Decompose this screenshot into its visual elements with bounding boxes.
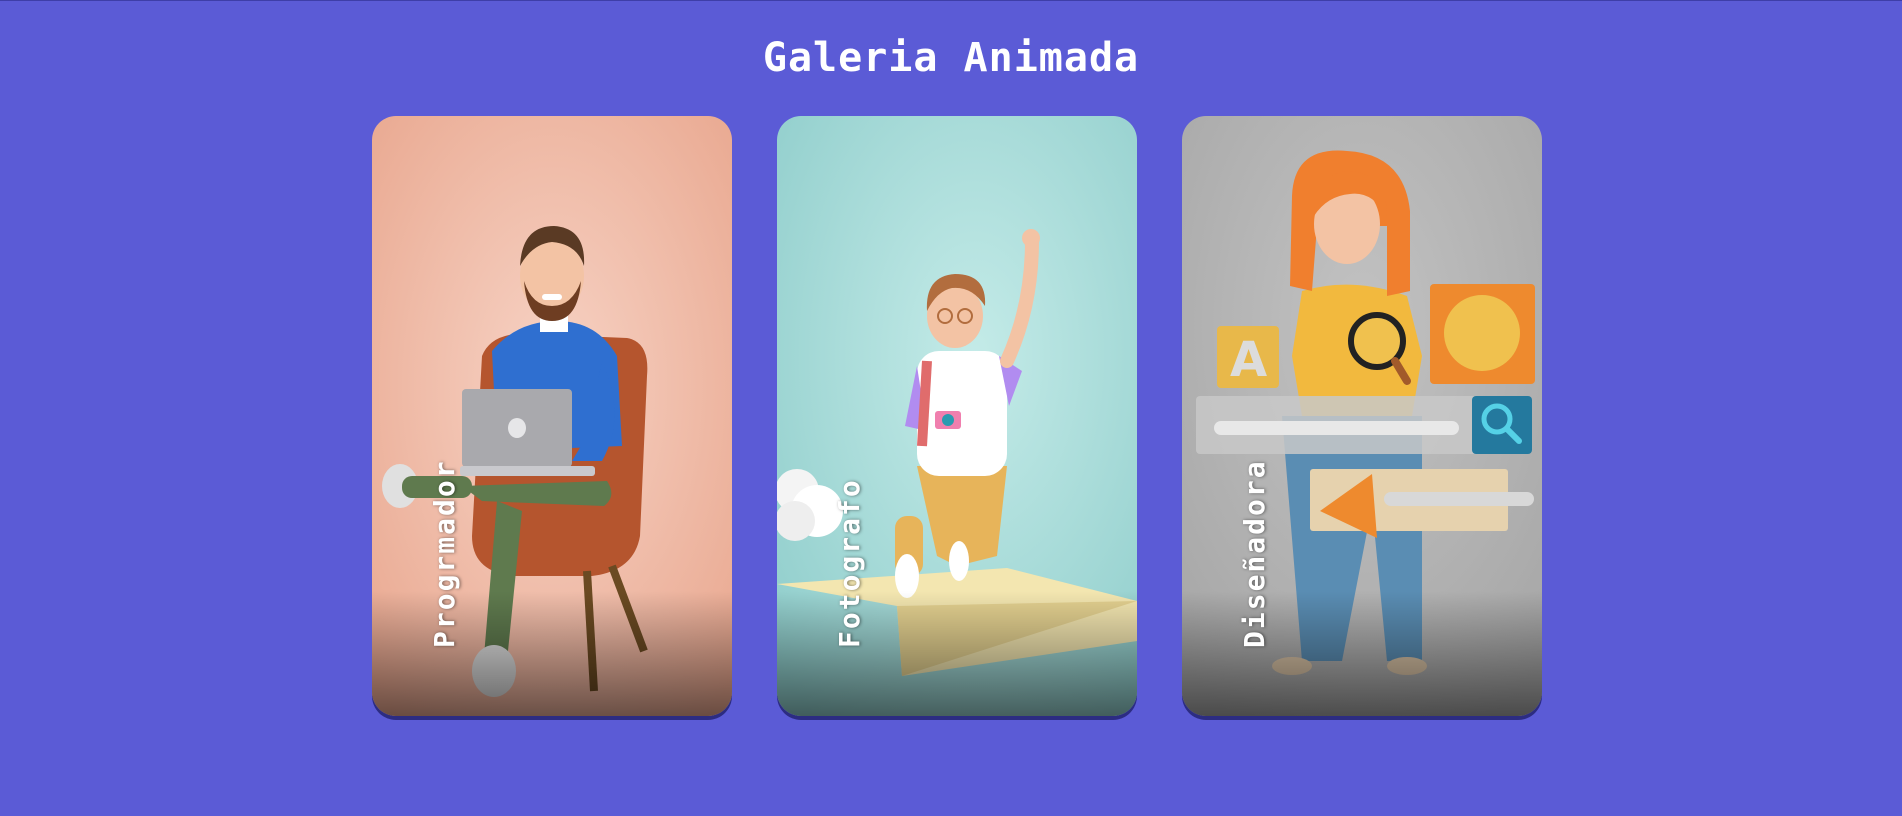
gallery-card-photographer[interactable]: Fotografo [777,116,1137,716]
card-bottom-shade [1182,591,1542,716]
card-bottom-shade [372,591,732,716]
gallery: Progrmador Fotografo A Diseñadora [372,116,1542,716]
card-label: Diseñadora [1238,459,1271,648]
svg-text:A: A [1230,332,1267,388]
card-label: Progrmador [428,459,461,648]
gallery-card-designer[interactable]: A Diseñadora [1182,116,1542,716]
card-bottom-shade [777,591,1137,716]
page-title: Galeria Animada [762,35,1140,81]
card-label: Fotografo [833,478,866,648]
gallery-card-programmer[interactable]: Progrmador [372,116,732,716]
page: Galeria Animada Progrmador Fotografo A D… [0,0,1902,816]
